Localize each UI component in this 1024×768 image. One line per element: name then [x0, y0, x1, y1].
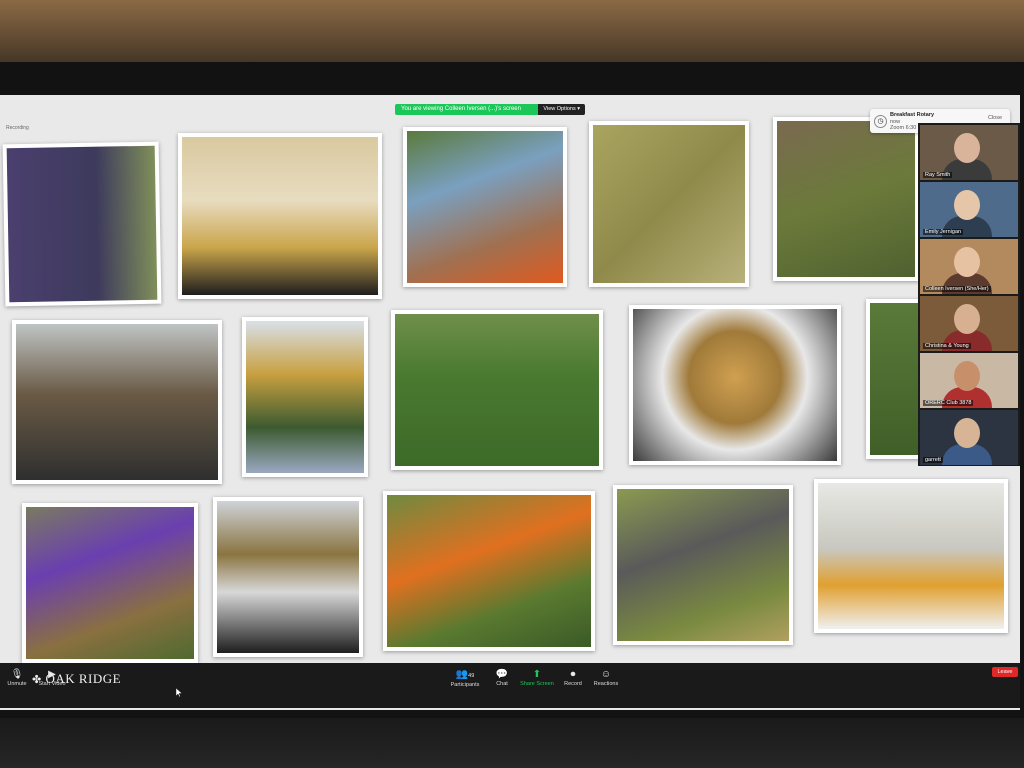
record-button[interactable]: ⏺ Record: [562, 669, 584, 687]
leave-button[interactable]: Leave: [992, 667, 1018, 677]
participant-name: Christina & Young: [923, 343, 971, 349]
screen-share-text: You are viewing Colleen Iversen (...)'s …: [401, 106, 521, 112]
photo-tile: [383, 491, 595, 651]
participant-gallery: Ray Smith Emily Jernigan Colleen Iversen…: [918, 123, 1020, 466]
photo-tile: [22, 503, 198, 663]
participant-tile[interactable]: ORERC Club 3878: [920, 353, 1018, 408]
photo-root-sampling-gloves: [26, 507, 194, 659]
photo-field-crew-digging: [407, 131, 563, 283]
notification-subtitle: Zoom 6:30 a: [890, 125, 921, 131]
avatar-head: [954, 304, 980, 334]
participant-name: Emily Jernigan: [923, 229, 964, 235]
avatar-head: [954, 133, 980, 163]
photo-sample-jars: [217, 501, 359, 653]
photo-tile: [242, 317, 368, 477]
photo-tile: [629, 305, 841, 465]
photo-tile: [589, 121, 749, 287]
photo-tile: [814, 479, 1008, 633]
clock-icon: ◷: [874, 115, 887, 128]
participant-name: garrett: [923, 457, 943, 463]
photo-forest-plot-transect: [395, 314, 599, 466]
photo-vegetation-partial: [870, 303, 918, 455]
unmute-button[interactable]: 🎙 Unmute: [6, 669, 28, 687]
view-options-button[interactable]: View Options ▾: [538, 104, 585, 115]
microphone-muted-icon: 🎙: [10, 669, 24, 680]
participant-tile[interactable]: Emily Jernigan: [920, 182, 1018, 237]
photo-boardwalk-forest: [246, 321, 364, 473]
participants-count: 49: [468, 673, 475, 679]
reactions-icon: ☺: [600, 669, 612, 680]
share-screen-button[interactable]: ⬆ Share Screen: [520, 669, 554, 687]
share-screen-icon: ⬆: [532, 669, 542, 680]
photo-tile: [2, 141, 162, 307]
participants-icon: 👥49: [455, 669, 475, 680]
participant-tile[interactable]: Ray Smith: [920, 125, 1018, 180]
reactions-button[interactable]: ☺ Reactions: [592, 669, 620, 687]
photo-roots-in-hand: [6, 145, 158, 303]
chat-button[interactable]: 💬 Chat: [492, 669, 512, 687]
avatar-head: [954, 361, 980, 391]
participant-name: Colleen Iversen (She/Her): [923, 286, 991, 292]
screen-share-banner: You are viewing Colleen Iversen (...)'s …: [395, 104, 585, 115]
photo-tile: [391, 310, 603, 470]
mouse-cursor-icon: [176, 688, 182, 697]
photo-peat-core: [617, 489, 789, 641]
logo-text: OAK RIDGE: [45, 671, 122, 686]
record-icon: ⏺: [570, 669, 576, 680]
chat-label: Chat: [496, 681, 508, 687]
photo-tile: [178, 133, 382, 299]
leaf-icon: ✤: [32, 674, 42, 686]
zoom-screen: You are viewing Colleen Iversen (...)'s …: [0, 95, 1020, 710]
photo-researcher-coring: [387, 495, 591, 647]
photo-laboratory: [818, 483, 1004, 629]
participant-name: Ray Smith: [923, 172, 953, 178]
photo-bog-sampling: [777, 121, 915, 277]
photo-tile: [12, 320, 222, 484]
participant-tile[interactable]: Colleen Iversen (She/Her): [920, 239, 1018, 294]
avatar-head: [954, 190, 980, 220]
participants-button[interactable]: 👥49 Participants: [448, 669, 482, 688]
notification-title: Breakfast Rotary: [890, 112, 935, 118]
photo-tile: [866, 299, 922, 459]
oak-ridge-logo: ✤ OAK RIDGE: [32, 671, 121, 687]
meeting-toolbar: 🎙 Unmute ▶ Start Video 👥49 Participants …: [0, 663, 1020, 708]
participants-label: Participants: [450, 682, 480, 688]
photo-team-recording-data: [16, 324, 218, 480]
chat-icon: 💬: [495, 669, 509, 680]
participant-tile[interactable]: Christina & Young: [920, 296, 1018, 351]
avatar-head: [954, 418, 980, 448]
photo-sample-cups: [182, 137, 378, 295]
photo-tile: [403, 127, 567, 287]
participant-name: ORERC Club 3878: [923, 400, 974, 406]
monitor-base: [0, 718, 1024, 768]
reactions-label: Reactions: [593, 681, 619, 687]
photo-tile: [213, 497, 363, 657]
unmute-label: Unmute: [7, 681, 27, 687]
photo-tile: [613, 485, 793, 645]
participant-tile[interactable]: garrett: [920, 410, 1018, 465]
photo-roots-closeup: [593, 125, 745, 283]
avatar-head: [954, 247, 980, 277]
record-label: Record: [564, 681, 582, 687]
photo-tile: [773, 117, 919, 281]
notification-close-button[interactable]: Close: [988, 115, 1002, 121]
recording-indicator: Recording: [6, 125, 29, 131]
photo-sieve-sample: [633, 309, 837, 461]
share-screen-label: Share Screen: [520, 681, 554, 687]
